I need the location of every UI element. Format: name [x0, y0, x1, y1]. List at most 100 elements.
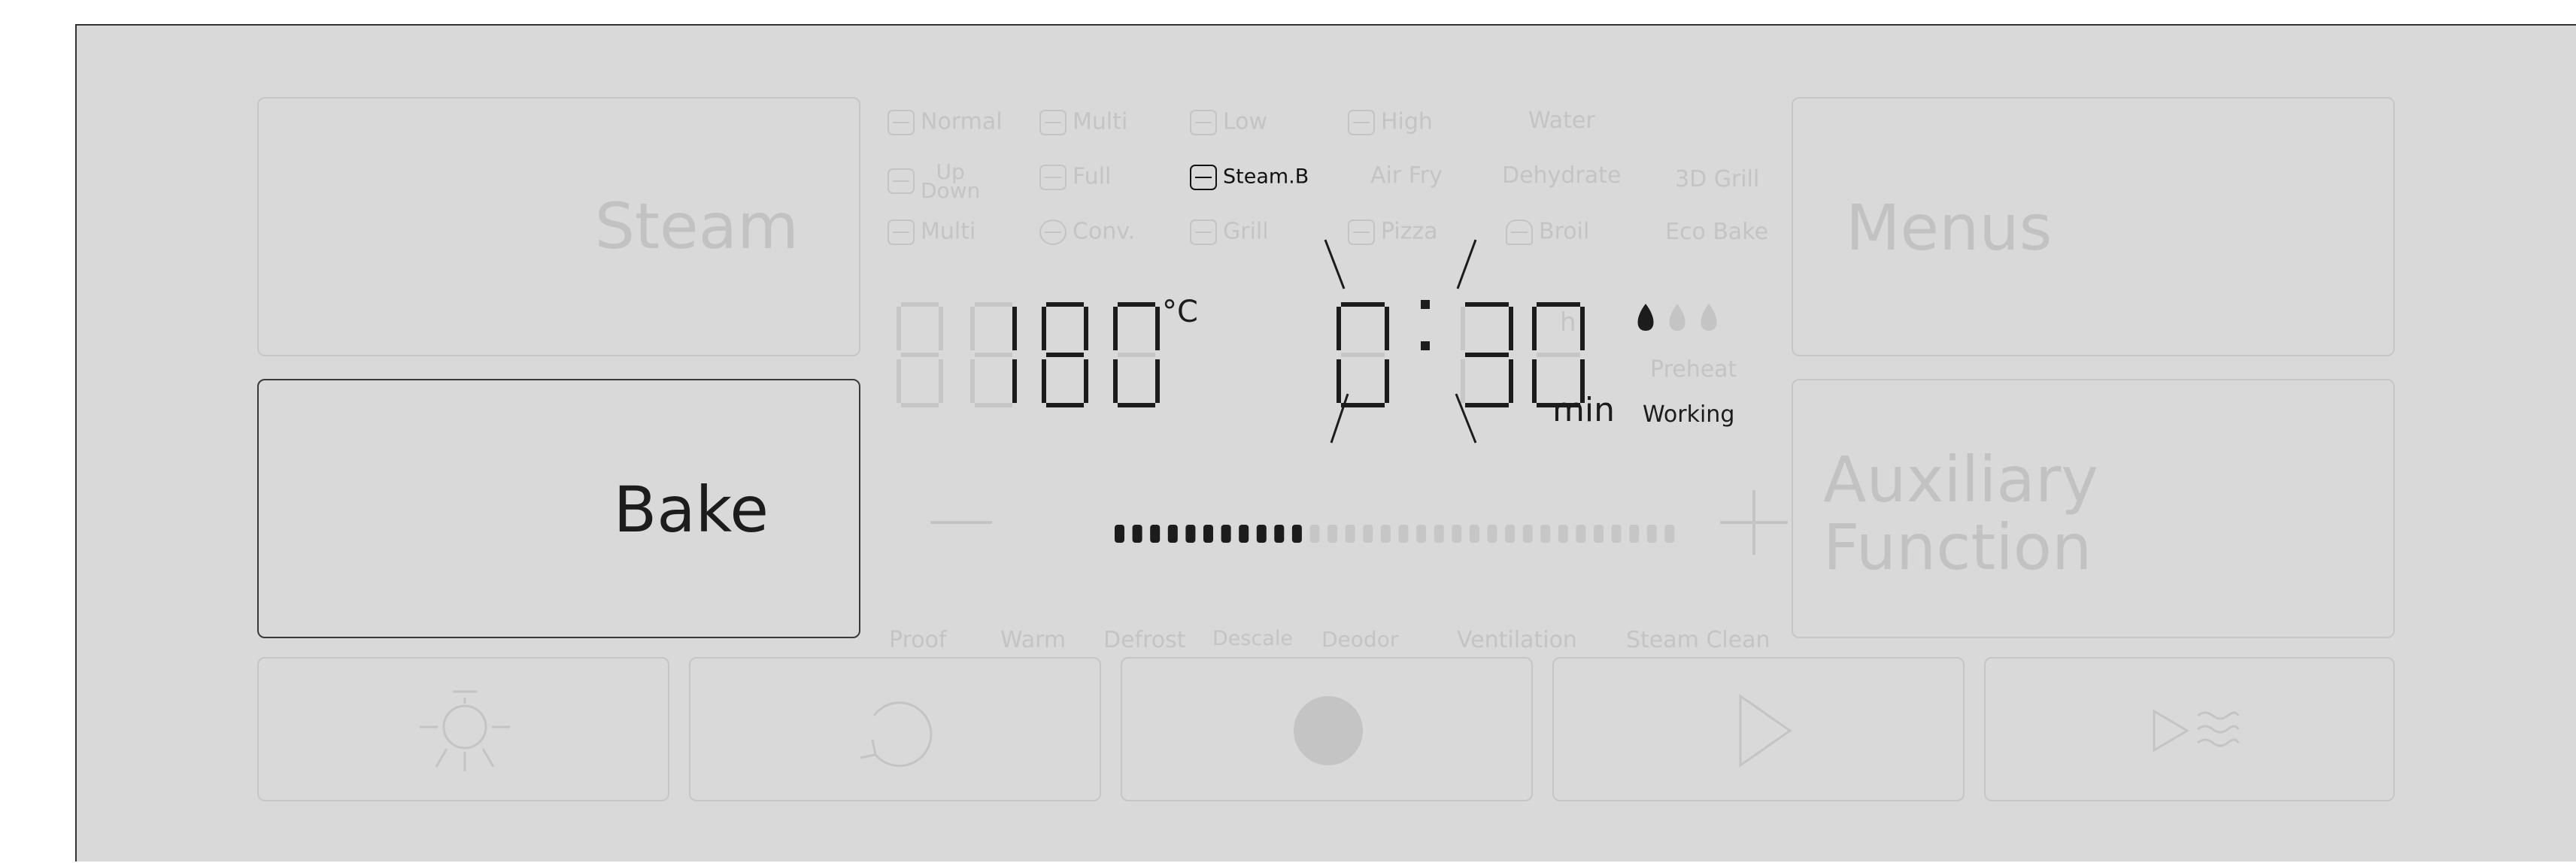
power-bar-segment: [1203, 525, 1213, 543]
start-button[interactable]: [1552, 657, 1965, 801]
flashing-indicator-icon: [1324, 239, 1477, 444]
power-bar-segment: [1611, 525, 1622, 543]
temp-digit-1-segment-a: [975, 302, 1012, 307]
preheat-status: Preheat: [1650, 356, 1737, 383]
power-bar-segment: [1416, 525, 1427, 543]
temp-digit-1-segment-g: [975, 353, 1012, 357]
hour-digit-0-segment-b: [1385, 307, 1389, 350]
quick-start-button[interactable]: [1984, 657, 2395, 801]
working-status: Working: [1643, 401, 1735, 428]
power-bar-segment: [1522, 525, 1533, 543]
power-bar-segment: [1505, 525, 1516, 543]
function-descale: Descale: [1212, 627, 1293, 650]
power-bar-segment: [1309, 525, 1320, 543]
min-unit: min: [1552, 391, 1615, 429]
temp-digit-0-segment-g: [901, 353, 939, 357]
power-bar-segment: [1363, 525, 1373, 543]
power-bar-segment: [1452, 525, 1462, 543]
reset-icon: [860, 701, 933, 768]
temp-digit-0-segment-a: [901, 302, 939, 307]
power-bar-segment: [1132, 525, 1142, 543]
power-bar-segment: [1558, 525, 1568, 543]
power-bar-segment: [1256, 525, 1267, 543]
minus-button[interactable]: [930, 521, 992, 524]
power-bar-segment: [1185, 525, 1196, 543]
power-bar-segment: [1646, 525, 1657, 543]
temp-unit: °C: [1162, 295, 1198, 329]
minute-digit-1-segment-g: [1537, 353, 1580, 357]
hour-digit-0-segment-e: [1337, 359, 1341, 403]
minute-digit-0-segment-g: [1465, 353, 1509, 357]
minute-digit-0-segment-b: [1509, 307, 1513, 350]
temp-digit-3-segment-a: [1118, 302, 1155, 307]
temp-digit-3-segment-g: [1118, 353, 1155, 357]
minute-digit-1-segment-a: [1537, 302, 1580, 307]
minute-digit-0-segment-e: [1461, 359, 1465, 403]
minute-digit-1-segment-b: [1580, 307, 1585, 350]
quick-start-icon: [2153, 709, 2240, 752]
power-bar-segment: [1327, 525, 1338, 543]
stop-button[interactable]: [1121, 657, 1533, 801]
temp-digit-2-segment-f: [1042, 307, 1046, 350]
temp-digit-1-segment-b: [1012, 307, 1017, 350]
power-bar-segment: [1594, 525, 1604, 543]
plus-button[interactable]: [1720, 490, 1788, 555]
hour-digit-0-segment-d: [1341, 403, 1385, 407]
temp-digit-3-segment-f: [1113, 307, 1118, 350]
time-colon-top: [1421, 300, 1430, 309]
function-ventilation: Ventilation: [1457, 627, 1577, 653]
hour-digit-0-segment-c: [1385, 359, 1389, 403]
power-bar-segment: [1380, 525, 1391, 543]
function-warm: Warm: [1000, 627, 1067, 653]
power-bar-segment: [1239, 525, 1249, 543]
start-icon: [1739, 694, 1792, 768]
function-deodor: Deodor: [1321, 627, 1399, 652]
hour-digit-0-segment-f: [1337, 307, 1341, 350]
temp-digit-1-segment-c: [1012, 359, 1017, 403]
temp-digit-0-segment-c: [939, 359, 943, 403]
light-button[interactable]: [257, 657, 669, 801]
minute-digit-0-segment-d: [1465, 403, 1509, 407]
power-bar-segment: [1487, 525, 1497, 543]
minute-digit-0-segment-f: [1461, 307, 1465, 350]
temp-digit-2-segment-g: [1046, 353, 1084, 357]
hour-digit-0-segment-a: [1341, 302, 1385, 307]
reset-button[interactable]: [689, 657, 1101, 801]
temp-digit-3-segment-e: [1113, 359, 1118, 403]
power-bar-segment: [1576, 525, 1586, 543]
power-bar-segment: [1221, 525, 1231, 543]
steam-level-drop-icon: [1637, 304, 1654, 331]
power-bar-segment: [1629, 525, 1640, 543]
minute-digit-1-segment-e: [1532, 359, 1537, 403]
function-steam-clean: Steam Clean: [1626, 627, 1770, 653]
temp-digit-2-segment-b: [1084, 307, 1088, 350]
power-bar-segment: [1115, 525, 1124, 543]
temp-digit-1-segment-f: [970, 307, 975, 350]
temp-digit-2-segment-d: [1046, 403, 1084, 407]
steam-level-drop-icon: [1701, 304, 1717, 331]
temp-digit-3-segment-b: [1155, 307, 1160, 350]
temp-digit-0-segment-d: [901, 403, 939, 407]
power-bar-segment: [1664, 525, 1675, 543]
temp-digit-1-segment-d: [975, 403, 1012, 407]
power-bar-segment: [1150, 525, 1161, 543]
oven-control-panel: Steam Bake Menus Auxiliary Function Norm…: [75, 24, 2576, 861]
temp-digit-2-segment-e: [1042, 359, 1046, 403]
power-bar-segment: [1167, 525, 1178, 543]
temp-digit-0-segment-b: [939, 307, 943, 350]
light-icon: [420, 690, 510, 771]
minute-digit-1-segment-f: [1532, 307, 1537, 350]
power-bar-segment: [1345, 525, 1355, 543]
temp-digit-0-segment-f: [897, 307, 901, 350]
hour-unit: h: [1560, 307, 1576, 338]
temp-digit-3-segment-d: [1118, 403, 1155, 407]
function-defrost: Defrost: [1103, 627, 1186, 653]
temp-digit-1-segment-e: [970, 359, 975, 403]
hour-digit-0-segment-g: [1341, 353, 1385, 357]
temp-digit-0-segment-e: [897, 359, 901, 403]
stop-icon: [1294, 696, 1363, 765]
power-bar-segment: [1398, 525, 1409, 543]
minute-digit-0-segment-a: [1465, 302, 1509, 307]
power-bar-segment: [1469, 525, 1479, 543]
minute-digit-0-segment-c: [1509, 359, 1513, 403]
